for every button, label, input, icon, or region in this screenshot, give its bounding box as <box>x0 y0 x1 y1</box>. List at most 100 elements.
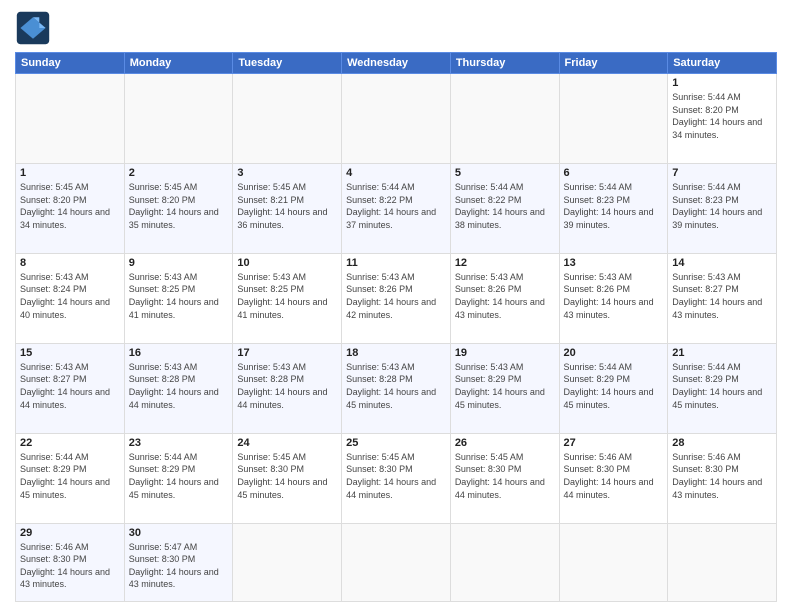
day-info: Sunrise: 5:44 AM Sunset: 8:20 PM Dayligh… <box>672 91 772 141</box>
sunrise-label: Sunrise: 5:44 AM <box>564 182 633 192</box>
logo-icon <box>15 10 51 46</box>
day-number: 1 <box>20 167 120 179</box>
sunset-label: Sunset: 8:22 PM <box>346 195 413 205</box>
sunset-label: Sunset: 8:27 PM <box>672 284 739 294</box>
calendar-cell: 23 Sunrise: 5:44 AM Sunset: 8:29 PM Dayl… <box>124 433 233 523</box>
day-number: 12 <box>455 257 555 269</box>
day-info: Sunrise: 5:45 AM Sunset: 8:20 PM Dayligh… <box>20 181 120 231</box>
day-number: 25 <box>346 437 446 449</box>
daylight-label: Daylight: 14 hours and 39 minutes. <box>672 207 762 230</box>
daylight-label: Daylight: 14 hours and 36 minutes. <box>237 207 327 230</box>
day-number: 6 <box>564 167 664 179</box>
calendar-cell: 11 Sunrise: 5:43 AM Sunset: 8:26 PM Dayl… <box>342 253 451 343</box>
sunset-label: Sunset: 8:25 PM <box>237 284 304 294</box>
sunrise-label: Sunrise: 5:44 AM <box>672 182 741 192</box>
calendar-cell: 3 Sunrise: 5:45 AM Sunset: 8:21 PM Dayli… <box>233 163 342 253</box>
daylight-label: Daylight: 14 hours and 42 minutes. <box>346 297 436 320</box>
calendar-cell <box>450 74 559 164</box>
day-number: 21 <box>672 347 772 359</box>
calendar-cell: 8 Sunrise: 5:43 AM Sunset: 8:24 PM Dayli… <box>16 253 125 343</box>
week-row-4: 15 Sunrise: 5:43 AM Sunset: 8:27 PM Dayl… <box>16 343 777 433</box>
sunrise-label: Sunrise: 5:43 AM <box>346 272 415 282</box>
calendar-cell: 18 Sunrise: 5:43 AM Sunset: 8:28 PM Dayl… <box>342 343 451 433</box>
sunrise-label: Sunrise: 5:43 AM <box>564 272 633 282</box>
day-info: Sunrise: 5:43 AM Sunset: 8:27 PM Dayligh… <box>20 361 120 411</box>
sunrise-label: Sunrise: 5:44 AM <box>346 182 415 192</box>
calendar-cell: 25 Sunrise: 5:45 AM Sunset: 8:30 PM Dayl… <box>342 433 451 523</box>
sunset-label: Sunset: 8:23 PM <box>672 195 739 205</box>
sunset-label: Sunset: 8:30 PM <box>20 554 87 564</box>
daylight-label: Daylight: 14 hours and 43 minutes. <box>20 567 110 590</box>
sunrise-label: Sunrise: 5:43 AM <box>20 362 89 372</box>
sunset-label: Sunset: 8:30 PM <box>672 464 739 474</box>
day-info: Sunrise: 5:46 AM Sunset: 8:30 PM Dayligh… <box>564 451 664 501</box>
weekday-header-row: SundayMondayTuesdayWednesdayThursdayFrid… <box>16 53 777 74</box>
calendar-cell: 14 Sunrise: 5:43 AM Sunset: 8:27 PM Dayl… <box>668 253 777 343</box>
day-info: Sunrise: 5:44 AM Sunset: 8:23 PM Dayligh… <box>672 181 772 231</box>
calendar-cell: 2 Sunrise: 5:45 AM Sunset: 8:20 PM Dayli… <box>124 163 233 253</box>
daylight-label: Daylight: 14 hours and 38 minutes. <box>455 207 545 230</box>
day-info: Sunrise: 5:44 AM Sunset: 8:22 PM Dayligh… <box>455 181 555 231</box>
day-number: 24 <box>237 437 337 449</box>
calendar-cell: 28 Sunrise: 5:46 AM Sunset: 8:30 PM Dayl… <box>668 433 777 523</box>
day-info: Sunrise: 5:45 AM Sunset: 8:20 PM Dayligh… <box>129 181 229 231</box>
sunrise-label: Sunrise: 5:43 AM <box>237 272 306 282</box>
day-number: 18 <box>346 347 446 359</box>
calendar-cell <box>342 74 451 164</box>
sunset-label: Sunset: 8:30 PM <box>129 554 196 564</box>
day-number: 8 <box>20 257 120 269</box>
daylight-label: Daylight: 14 hours and 41 minutes. <box>129 297 219 320</box>
calendar-table: SundayMondayTuesdayWednesdayThursdayFrid… <box>15 52 777 602</box>
daylight-label: Daylight: 14 hours and 43 minutes. <box>672 477 762 500</box>
day-number: 29 <box>20 527 120 539</box>
calendar-cell: 30 Sunrise: 5:47 AM Sunset: 8:30 PM Dayl… <box>124 523 233 601</box>
sunrise-label: Sunrise: 5:43 AM <box>20 272 89 282</box>
day-number: 15 <box>20 347 120 359</box>
sunset-label: Sunset: 8:30 PM <box>564 464 631 474</box>
daylight-label: Daylight: 14 hours and 34 minutes. <box>672 117 762 140</box>
day-number: 2 <box>129 167 229 179</box>
weekday-thursday: Thursday <box>450 53 559 74</box>
sunrise-label: Sunrise: 5:45 AM <box>346 452 415 462</box>
day-number: 16 <box>129 347 229 359</box>
sunrise-label: Sunrise: 5:43 AM <box>672 272 741 282</box>
day-info: Sunrise: 5:44 AM Sunset: 8:29 PM Dayligh… <box>564 361 664 411</box>
daylight-label: Daylight: 14 hours and 40 minutes. <box>20 297 110 320</box>
sunrise-label: Sunrise: 5:43 AM <box>455 272 524 282</box>
sunrise-label: Sunrise: 5:47 AM <box>129 542 198 552</box>
day-number: 22 <box>20 437 120 449</box>
day-number: 30 <box>129 527 229 539</box>
sunset-label: Sunset: 8:26 PM <box>455 284 522 294</box>
week-row-1: 1 Sunrise: 5:44 AM Sunset: 8:20 PM Dayli… <box>16 74 777 164</box>
page: SundayMondayTuesdayWednesdayThursdayFrid… <box>0 0 792 612</box>
day-info: Sunrise: 5:43 AM Sunset: 8:25 PM Dayligh… <box>237 271 337 321</box>
day-info: Sunrise: 5:45 AM Sunset: 8:30 PM Dayligh… <box>455 451 555 501</box>
sunset-label: Sunset: 8:25 PM <box>129 284 196 294</box>
weekday-sunday: Sunday <box>16 53 125 74</box>
day-info: Sunrise: 5:47 AM Sunset: 8:30 PM Dayligh… <box>129 541 229 591</box>
day-number: 4 <box>346 167 446 179</box>
sunset-label: Sunset: 8:20 PM <box>20 195 87 205</box>
sunrise-label: Sunrise: 5:44 AM <box>672 362 741 372</box>
daylight-label: Daylight: 14 hours and 44 minutes. <box>455 477 545 500</box>
day-info: Sunrise: 5:46 AM Sunset: 8:30 PM Dayligh… <box>672 451 772 501</box>
daylight-label: Daylight: 14 hours and 44 minutes. <box>129 387 219 410</box>
calendar-cell: 7 Sunrise: 5:44 AM Sunset: 8:23 PM Dayli… <box>668 163 777 253</box>
logo <box>15 10 55 46</box>
sunset-label: Sunset: 8:20 PM <box>129 195 196 205</box>
calendar-cell: 21 Sunrise: 5:44 AM Sunset: 8:29 PM Dayl… <box>668 343 777 433</box>
week-row-2: 1 Sunrise: 5:45 AM Sunset: 8:20 PM Dayli… <box>16 163 777 253</box>
sunset-label: Sunset: 8:20 PM <box>672 105 739 115</box>
daylight-label: Daylight: 14 hours and 45 minutes. <box>672 387 762 410</box>
calendar-cell <box>559 74 668 164</box>
daylight-label: Daylight: 14 hours and 45 minutes. <box>129 477 219 500</box>
day-info: Sunrise: 5:44 AM Sunset: 8:23 PM Dayligh… <box>564 181 664 231</box>
daylight-label: Daylight: 14 hours and 45 minutes. <box>455 387 545 410</box>
calendar-cell: 10 Sunrise: 5:43 AM Sunset: 8:25 PM Dayl… <box>233 253 342 343</box>
calendar-cell: 27 Sunrise: 5:46 AM Sunset: 8:30 PM Dayl… <box>559 433 668 523</box>
day-info: Sunrise: 5:45 AM Sunset: 8:30 PM Dayligh… <box>237 451 337 501</box>
sunrise-label: Sunrise: 5:44 AM <box>20 452 89 462</box>
sunset-label: Sunset: 8:26 PM <box>346 284 413 294</box>
sunset-label: Sunset: 8:27 PM <box>20 374 87 384</box>
day-info: Sunrise: 5:45 AM Sunset: 8:30 PM Dayligh… <box>346 451 446 501</box>
